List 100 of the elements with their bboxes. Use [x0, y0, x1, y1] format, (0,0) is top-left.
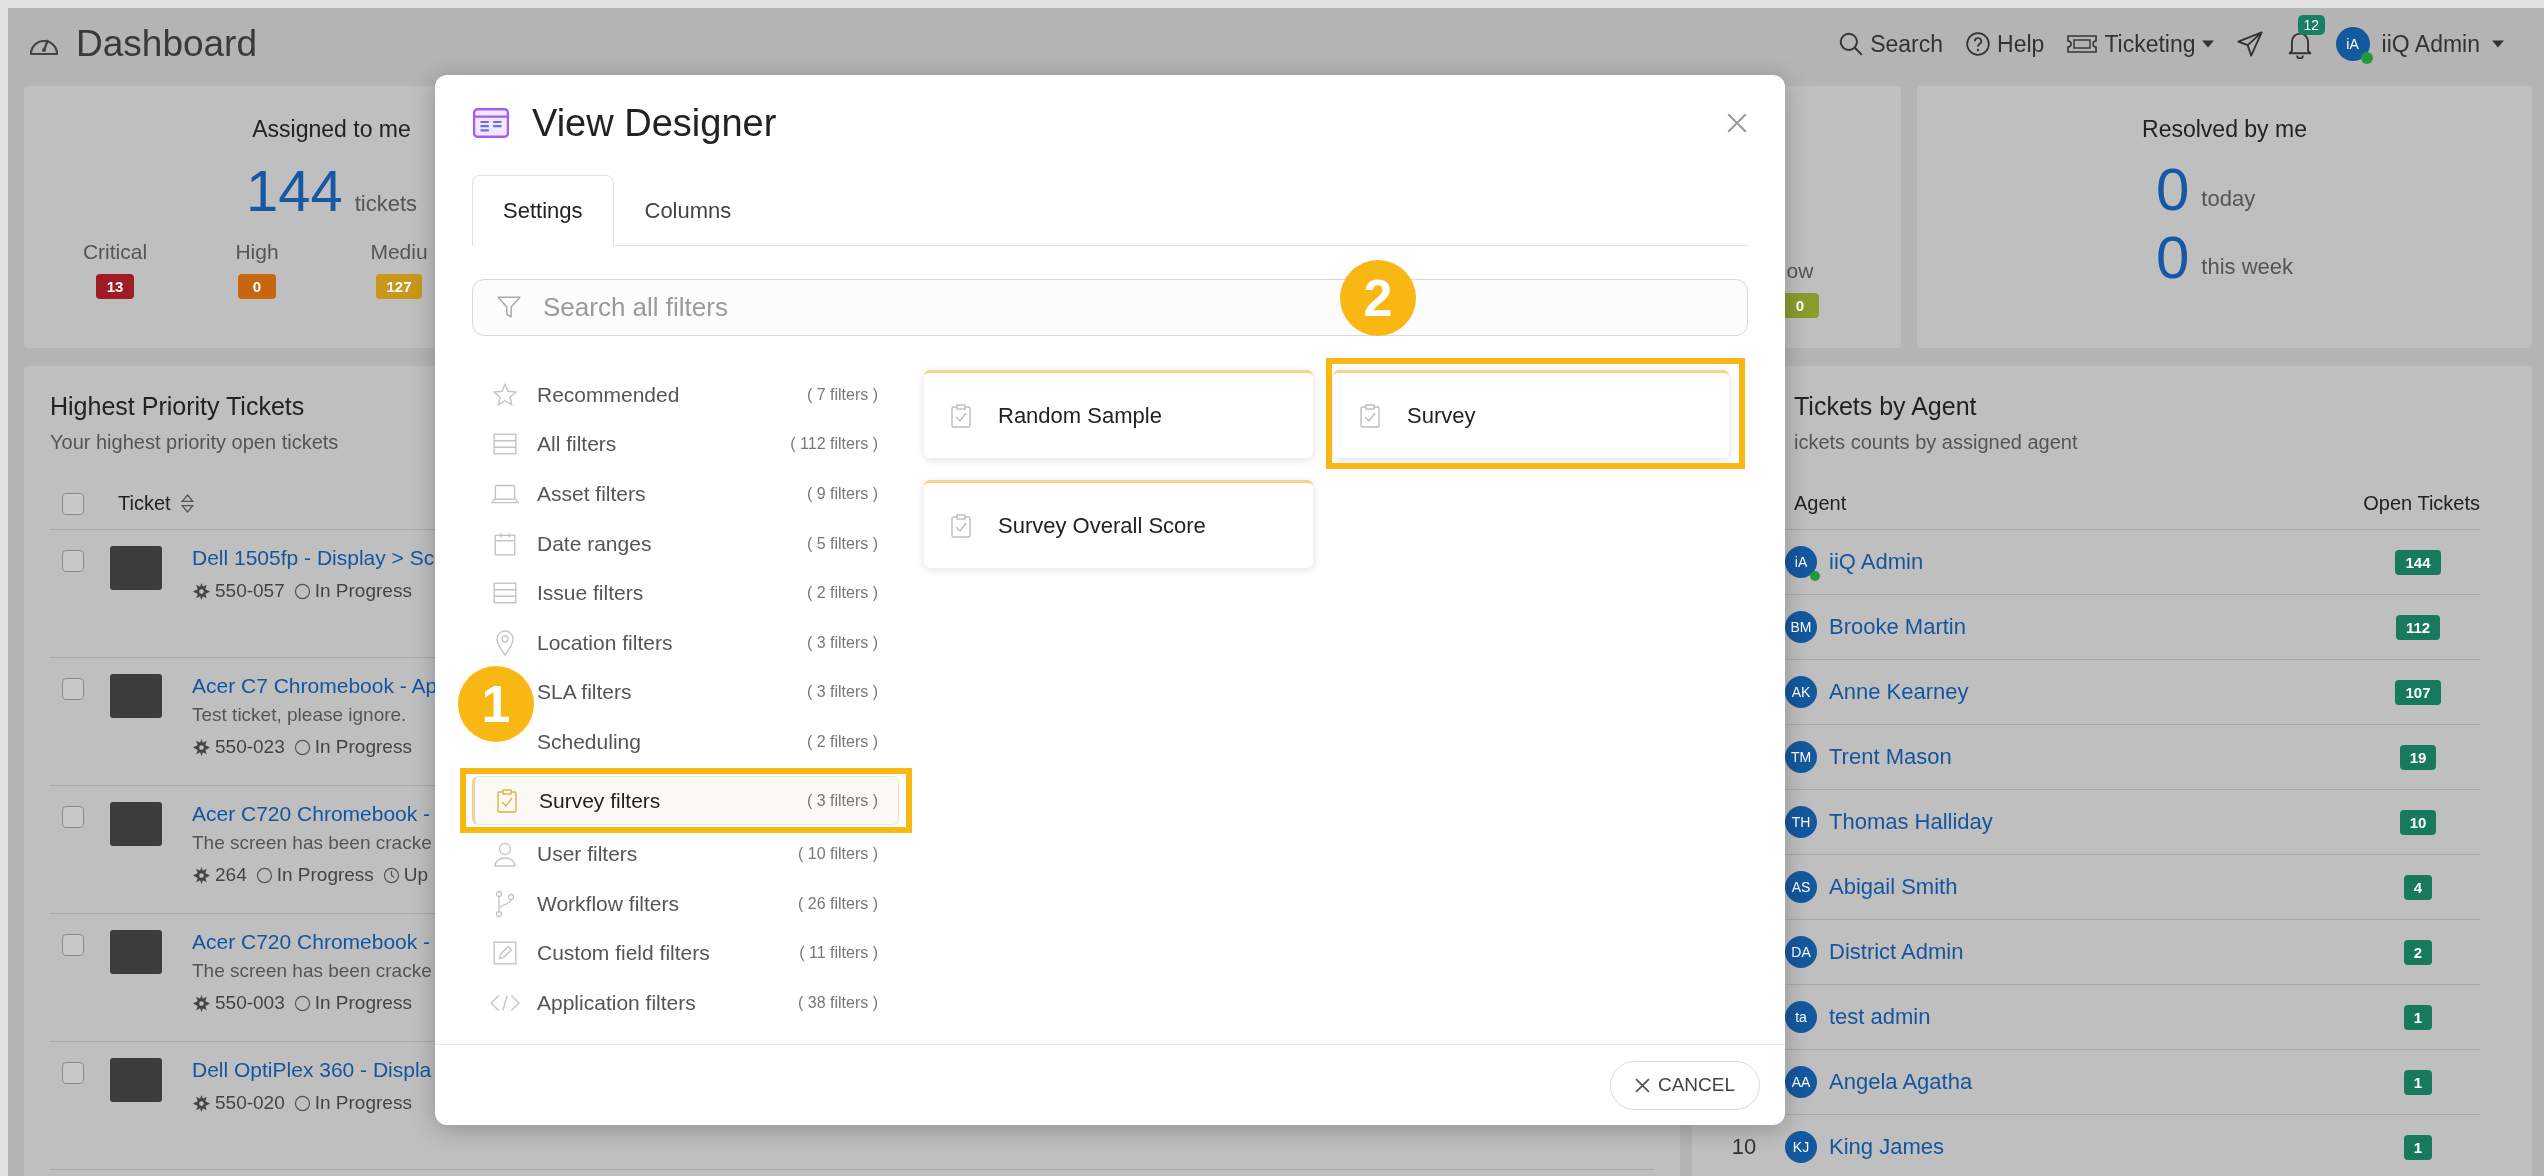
panel-subtitle: ickets counts by assigned agent: [1794, 431, 2078, 454]
row-checkbox[interactable]: [62, 678, 84, 700]
ticket-status: In Progress: [314, 992, 412, 1014]
agent-link[interactable]: Brooke Martin: [1829, 614, 1966, 640]
cog-icon: [192, 1093, 211, 1113]
filter-category[interactable]: Date ranges ( 5 filters ): [472, 518, 899, 569]
ticket-status: In Progress: [314, 736, 412, 758]
close-icon[interactable]: [1726, 112, 1748, 134]
filter-category[interactable]: Location filters ( 3 filters ): [472, 617, 899, 668]
ticket-link[interactable]: Acer C720 Chromebook -: [192, 802, 434, 826]
filter-category[interactable]: Workflow filters ( 26 filters ): [472, 878, 899, 929]
circle-icon: [293, 582, 311, 600]
agent-link[interactable]: Thomas Halliday: [1829, 809, 1993, 835]
filter-category[interactable]: Scheduling ( 2 filters ): [536, 717, 899, 767]
filter-category[interactable]: User filters ( 10 filters ): [472, 829, 899, 879]
filter-category[interactable]: Survey filters ( 3 filters ): [472, 775, 899, 826]
dialog-title: View Designer: [532, 101, 777, 145]
filter-card[interactable]: Survey: [1333, 370, 1729, 458]
priority-label: High: [235, 240, 279, 264]
filter-label: Random Sample: [998, 402, 1162, 429]
priority-label: Critical: [82, 240, 148, 264]
close-icon: [1634, 1077, 1650, 1093]
category-label: User filters: [537, 842, 638, 867]
help-link[interactable]: Help: [1965, 30, 2045, 58]
clipboard-icon: [950, 512, 972, 539]
row-checkbox[interactable]: [62, 806, 84, 828]
cancel-button[interactable]: CANCEL: [1609, 1060, 1760, 1110]
filter-category[interactable]: Asset filters ( 9 filters ): [472, 469, 899, 519]
user-name: iiQ Admin: [2381, 30, 2480, 58]
ticket-number: 550-057: [215, 580, 285, 602]
agent-link[interactable]: Abigail Smith: [1829, 874, 1958, 900]
ticket-status: In Progress: [276, 864, 374, 886]
category-label: Scheduling: [537, 729, 641, 754]
filter-label: Survey: [1407, 402, 1476, 429]
stat-label: today: [2201, 186, 2256, 212]
ticket-link[interactable]: Acer C720 Chromebook -: [192, 930, 432, 954]
photo-placeholder: [110, 546, 162, 590]
category-label: Application filters: [537, 990, 696, 1015]
filter-category[interactable]: All filters ( 112 filters ): [472, 419, 899, 470]
column-header: Agent: [1794, 492, 1847, 515]
ticket-status: In Progress: [314, 580, 412, 602]
filter-card[interactable]: Survey Overall Score: [924, 480, 1313, 568]
search-link[interactable]: Search: [1838, 30, 1944, 58]
ticket-description: Test ticket, please ignore.: [192, 704, 408, 726]
priority-label: Mediu: [370, 240, 428, 264]
ticket-count: 144: [2395, 549, 2441, 575]
caret-icon: [2492, 40, 2504, 48]
filter-category[interactable]: Custom field filters ( 11 filters ): [472, 928, 899, 979]
row-checkbox[interactable]: [62, 550, 84, 572]
agent-avatar: DA: [1785, 936, 1817, 968]
agent-avatar: ta: [1785, 1001, 1817, 1033]
ticket-description: The screen has been cracke: [192, 960, 432, 982]
filter-category[interactable]: Application filters ( 38 filters ): [472, 978, 899, 1028]
agent-link[interactable]: Anne Kearney: [1829, 679, 1969, 705]
ticket-link[interactable]: Dell 1505fp - Display > Sc: [192, 546, 435, 570]
agent-avatar: KJ: [1785, 1131, 1817, 1163]
agent-link[interactable]: Trent Mason: [1829, 744, 1952, 770]
filter-category[interactable]: Recommended ( 7 filters ): [472, 370, 899, 420]
card-title: Assigned to me: [252, 116, 411, 143]
tab[interactable]: Settings: [472, 175, 614, 246]
category-label: Workflow filters: [537, 891, 679, 916]
ticket-link[interactable]: Dell OptiPlex 360 - Displa: [192, 1058, 432, 1082]
ticket-description: The screen has been cracke: [192, 832, 433, 854]
clock-icon: [382, 866, 400, 884]
photo-placeholder: [110, 674, 162, 718]
row-checkbox[interactable]: [62, 934, 84, 956]
agent-link[interactable]: test admin: [1829, 1004, 1931, 1030]
category-label: Custom field filters: [537, 941, 710, 966]
row-checkbox[interactable]: [62, 1062, 84, 1084]
photo-placeholder: [110, 802, 162, 846]
ticket-number: 550-020: [215, 1092, 285, 1114]
agent-link[interactable]: District Admin: [1829, 939, 1964, 965]
tab[interactable]: Columns: [613, 175, 763, 246]
filter-category[interactable]: Issue filters ( 2 filters ): [472, 568, 899, 618]
agent-link[interactable]: iiQ Admin: [1829, 549, 1924, 575]
filter-count: ( 3 filters ): [806, 791, 878, 810]
step-badge: 1: [458, 665, 534, 742]
agent-link[interactable]: King James: [1829, 1134, 1944, 1160]
filter-count: ( 3 filters ): [806, 633, 878, 652]
panel-title: Highest Priority Tickets: [50, 392, 305, 421]
filter-card[interactable]: Random Sample: [924, 370, 1313, 458]
sort-icon[interactable]: [180, 494, 194, 513]
module-menu[interactable]: Ticketing: [2066, 30, 2214, 58]
category-label: Issue filters: [537, 581, 644, 606]
filter-count: ( 2 filters ): [806, 584, 878, 603]
priority-count: 127: [376, 274, 422, 299]
agent-link[interactable]: Angela Agatha: [1829, 1069, 1973, 1095]
select-all-checkbox[interactable]: [62, 492, 84, 515]
category-label: Asset filters: [537, 482, 646, 506]
column-header[interactable]: Ticket: [118, 492, 171, 515]
filter-count: ( 112 filters ): [790, 435, 878, 454]
circle-icon: [255, 866, 273, 884]
step-badge: 2: [1340, 260, 1416, 336]
agent-avatar: TM: [1785, 741, 1817, 773]
user-avatar: iA: [2335, 27, 2370, 61]
ticket-count: 4: [2403, 874, 2433, 900]
ticket-status: In Progress: [314, 1092, 412, 1114]
filter-category[interactable]: SLA filters ( 3 filters ): [536, 667, 899, 718]
user-menu[interactable]: iA iiQ Admin: [2335, 27, 2504, 61]
send-icon[interactable]: [2235, 30, 2264, 58]
